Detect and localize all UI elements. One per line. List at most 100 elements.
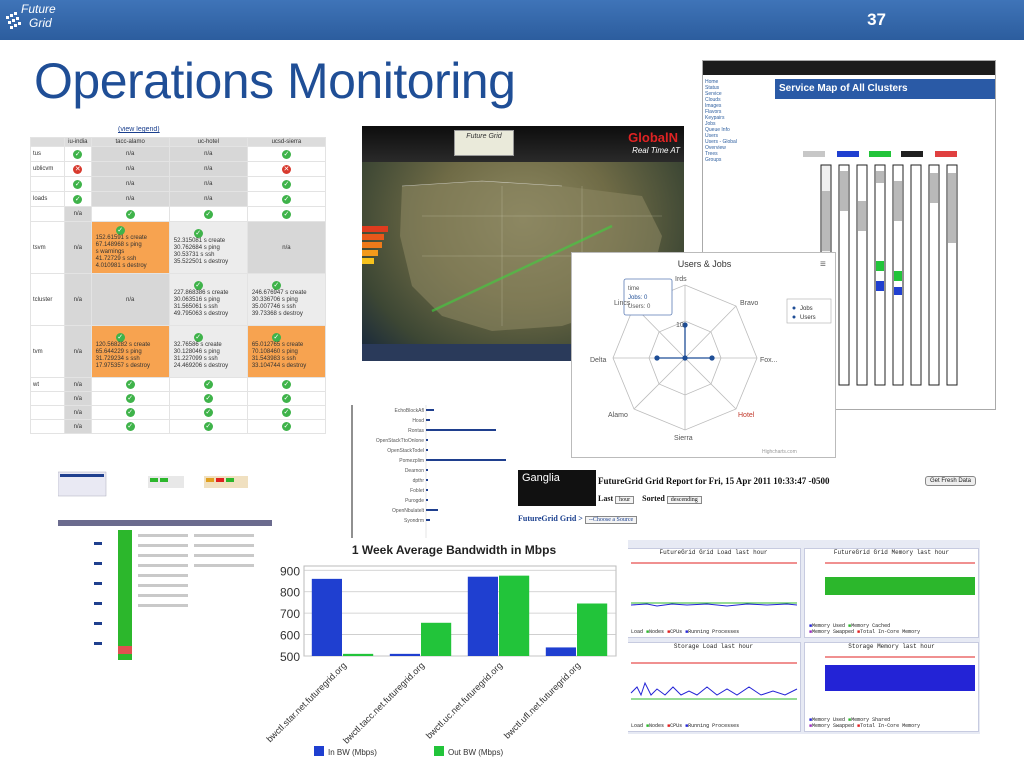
timing-line: 32.76586 s create: [173, 342, 222, 348]
graph-title: FutureGrid Grid Load last hour: [659, 549, 768, 556]
bandwidth-chart-panel: 1 Week Average Bandwidth in Mbps 500 600 7…: [254, 538, 628, 764]
ok-icon: ✓: [193, 281, 203, 290]
y-tick-label: 900: [280, 564, 300, 578]
y-tick-label: 500: [280, 650, 300, 664]
legend-label: In BW (Mbps): [328, 748, 377, 757]
graph-storage-load-plot: [630, 662, 798, 700]
graph-legend: ■Memory Used ■Memory Cached ■Memory Swap…: [809, 623, 921, 635]
ok-icon: ✓: [73, 194, 83, 204]
legend-entry: Memory Swapped: [812, 723, 855, 729]
graph-storage-memory-plot: [825, 656, 975, 691]
y-tick-label: 700: [280, 607, 300, 621]
graph-legend: ■Memory Used ■Memory Shared ■Memory Swap…: [809, 717, 921, 729]
table-row: n/a ✓ ✓ ✓: [30, 206, 326, 222]
table-row: ✓ n/a n/a ✓: [30, 176, 326, 192]
svg-text:Syondrm: Syondrm: [404, 518, 424, 524]
graph-grid-memory: FutureGrid Grid Memory last hour ■Memory…: [804, 548, 979, 638]
logo-word-future: Future: [21, 2, 56, 16]
timing-line: 4.010981 s destroy: [95, 262, 147, 269]
table-row: n/a ✓ ✓ ✓: [30, 419, 326, 434]
status-cell: n/a: [64, 206, 92, 222]
timing-line: 65.644229 s ping: [95, 349, 142, 355]
error-icon: ✕: [281, 164, 291, 174]
timing-cell: ✓ 120.568282 s create 65.644229 s ping 31.7…: [90, 325, 170, 378]
last-select[interactable]: hour: [615, 496, 635, 504]
menu-icon[interactable]: ≡: [820, 259, 826, 270]
table-row: ublicvm ✕ n/a n/a ✕: [30, 161, 326, 177]
bar-out: [499, 575, 530, 656]
credit-label: Highcharts.com: [762, 449, 797, 455]
axis-label: Bravo: [740, 300, 758, 307]
legend-entry: Total In-Core Memory: [860, 723, 921, 729]
status-cell: n/a: [64, 391, 92, 406]
x-tick-label: bwctl.star.net.futuregrid.org: [264, 660, 348, 744]
ok-icon: ✓: [203, 394, 213, 403]
table-row: n/a ✓ ✓ ✓: [30, 391, 326, 406]
row-name: tsvm: [30, 221, 65, 274]
status-cell: n/a: [64, 325, 92, 378]
bar-out: [343, 653, 374, 656]
status-cell: n/a: [90, 273, 170, 326]
svg-text:Foblet: Foblet: [410, 488, 425, 494]
graph-title: Storage Memory last hour: [848, 643, 935, 650]
status-cell: n/a: [90, 161, 170, 177]
plot-area: [303, 565, 617, 657]
timing-line: 41.72729 s ssh: [95, 255, 137, 262]
usage-bar-list: EchoBlockAfl Hosd Rontas OpenStackTtoOnlon…: [330, 405, 520, 545]
tooltip-line: time: [628, 286, 640, 292]
ok-icon: ✓: [271, 281, 281, 290]
status-cell: n/a: [64, 221, 92, 274]
ok-icon: ✓: [203, 209, 213, 219]
timing-line: 70.108460 s ping: [251, 349, 298, 355]
grid-breadcrumb[interactable]: FutureGrid Grid >: [518, 514, 583, 523]
legend-entry: Load: [631, 629, 644, 635]
timing-cell: ✓ 246.676947 s create 30.336706 s ping 35.0…: [246, 273, 326, 326]
status-cell: ✓: [168, 405, 248, 420]
status-cell: n/a: [246, 221, 326, 274]
legend-entry: CPUs: [670, 723, 683, 729]
status-cell: n/a: [90, 191, 170, 207]
bar-out: [577, 603, 608, 656]
svg-text:EchoBlockAfl: EchoBlockAfl: [395, 408, 424, 414]
last-label: Last: [598, 494, 614, 503]
logo-word-grid: Grid: [29, 16, 52, 30]
axis-label: Alamo: [608, 412, 628, 419]
status-cell: n/a: [90, 146, 170, 162]
row-name: [30, 176, 65, 192]
legend-entry: Running Processes: [688, 629, 740, 635]
timing-cell: ✓ 65.012765 s create 70.108460 s ping 31.54…: [246, 325, 326, 378]
ok-icon: ✓: [281, 179, 291, 189]
load-bar: [362, 234, 384, 240]
row-name: [30, 206, 65, 222]
ganglia-logo-text: Ganglia: [522, 472, 560, 484]
svg-text:Purogde: Purogde: [405, 498, 424, 504]
status-cell: ✓: [246, 206, 326, 222]
status-cell: ✓: [168, 206, 248, 222]
legend-entry: Nodes: [649, 723, 665, 729]
legend-entry: Load: [631, 723, 644, 729]
timing-cell: ✓ 152.61591 s create 67.148968 s ping s war…: [90, 221, 170, 274]
status-cell: ✓: [168, 419, 248, 434]
ok-icon: ✓: [203, 422, 213, 431]
svg-text:OpenNbulatelt: OpenNbulatelt: [392, 508, 425, 514]
row-name: [30, 419, 65, 434]
ganglia-logo: Ganglia: [518, 470, 596, 506]
ok-icon: ✓: [281, 209, 291, 219]
column-header: tacc-alamo: [90, 137, 170, 147]
ok-icon: ✓: [193, 229, 203, 238]
timing-line: s warnings: [95, 248, 125, 255]
timing-line: 31.543983 s ssh: [251, 356, 296, 362]
view-legend-link[interactable]: (view legend): [118, 126, 160, 133]
sorted-select[interactable]: descending: [666, 496, 702, 504]
source-select[interactable]: --Choose a Source: [584, 516, 638, 524]
get-fresh-data-button[interactable]: Get Fresh Data: [924, 476, 976, 486]
bar-in: [389, 653, 420, 656]
timing-line: 24.469206 s destroy: [173, 363, 229, 369]
users-jobs-radar-chart: Users & Jobs ≡ Irds Bravo Fox... Hotel S…: [571, 252, 836, 458]
svg-text:Dearnon: Dearnon: [405, 468, 424, 474]
row-name: tvm: [30, 325, 65, 378]
row-name: wt: [30, 377, 65, 392]
svg-text:Rontas: Rontas: [408, 428, 424, 434]
graph-grid-load-plot: [630, 562, 798, 607]
usage-bars-image: EchoBlockAfl Hosd Rontas OpenStackTtoOnlon…: [351, 405, 506, 545]
